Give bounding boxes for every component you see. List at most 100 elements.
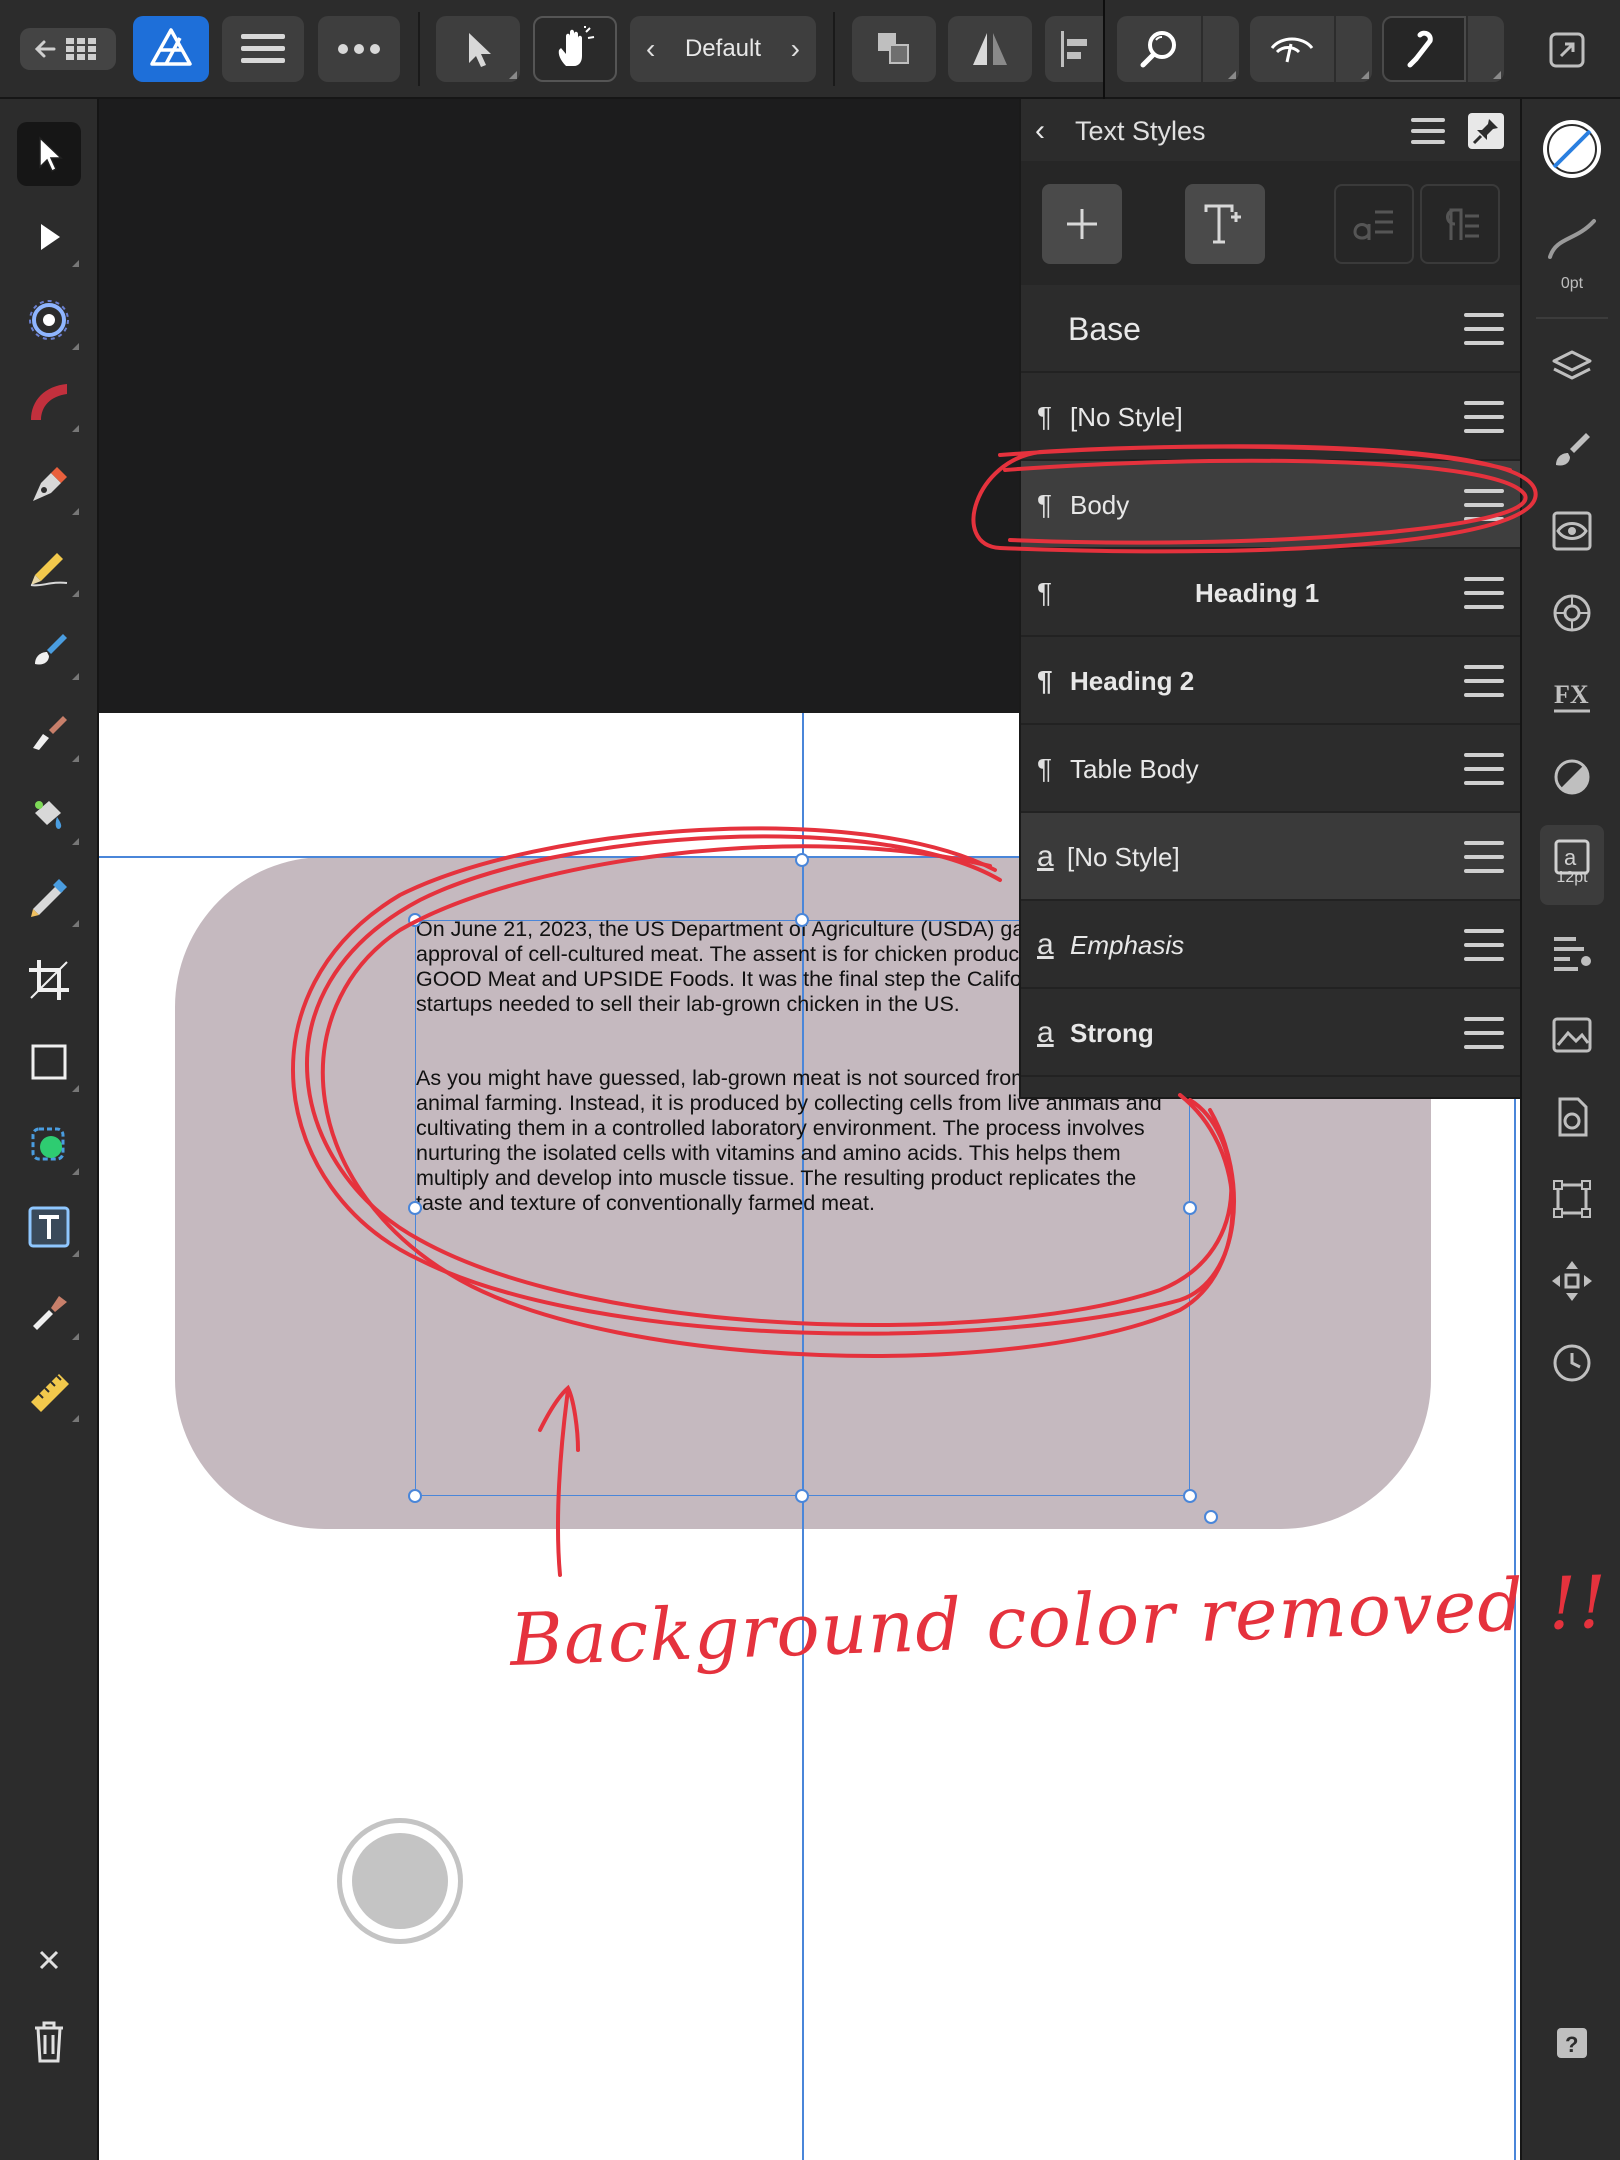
back-to-documents-button[interactable] bbox=[20, 28, 116, 70]
view-quality-button[interactable] bbox=[1250, 16, 1334, 82]
snapping-toggle[interactable] bbox=[1382, 16, 1466, 82]
panel-menu-icon[interactable] bbox=[1411, 117, 1445, 145]
corner-tool-icon[interactable] bbox=[17, 288, 81, 352]
style-row-character-no-style[interactable]: a [No Style] bbox=[1021, 813, 1520, 901]
transparency-icon[interactable] bbox=[1540, 745, 1604, 809]
selection-handle[interactable] bbox=[795, 1489, 809, 1503]
apply-character-style-button bbox=[1334, 184, 1414, 264]
brushes-icon[interactable] bbox=[1540, 417, 1604, 481]
close-icon[interactable] bbox=[17, 1928, 81, 1992]
style-row-body[interactable]: ¶ Body bbox=[1021, 461, 1520, 549]
panel-back-icon[interactable]: ‹ bbox=[1035, 111, 1045, 151]
text-frame-overflow-handle[interactable] bbox=[1204, 1510, 1218, 1524]
selection-handle[interactable] bbox=[1183, 1201, 1197, 1215]
transparency-tool-icon[interactable] bbox=[17, 865, 81, 929]
selection-handle[interactable] bbox=[795, 913, 809, 927]
character-style-icon: a bbox=[1037, 1016, 1054, 1049]
view-mode-selector[interactable]: ‹ Default › bbox=[630, 16, 816, 82]
artistic-text-tool-icon[interactable] bbox=[17, 1195, 81, 1259]
main-menu-button[interactable] bbox=[222, 16, 304, 82]
help-icon[interactable]: ? bbox=[1540, 2011, 1604, 2075]
pen-tool-icon[interactable] bbox=[17, 453, 81, 517]
zoom-tool-button[interactable] bbox=[1117, 16, 1201, 82]
stroke-width-label: 0pt bbox=[1560, 275, 1584, 292]
history-icon[interactable] bbox=[1540, 1331, 1604, 1395]
style-row-emphasis[interactable]: a Emphasis bbox=[1021, 901, 1520, 989]
appearance-icon[interactable] bbox=[1540, 499, 1604, 563]
style-options-icon[interactable] bbox=[1464, 753, 1504, 785]
pixel-brush-tool-icon[interactable] bbox=[17, 700, 81, 764]
hand-tool-toggle[interactable] bbox=[533, 16, 617, 82]
style-row-heading-2[interactable]: ¶ Heading 2 bbox=[1021, 637, 1520, 725]
stock-icon[interactable] bbox=[1540, 1003, 1604, 1067]
panel-title: Text Styles bbox=[1075, 115, 1206, 146]
color-swatch-icon[interactable] bbox=[1540, 117, 1604, 181]
selection-handle[interactable] bbox=[408, 913, 422, 927]
color-picker-tool-icon[interactable] bbox=[17, 1278, 81, 1342]
selection-handle[interactable] bbox=[408, 1201, 422, 1215]
add-style-button[interactable] bbox=[1042, 184, 1122, 264]
group-options-icon[interactable] bbox=[1464, 313, 1504, 345]
text-styles-studio-icon[interactable]: a bbox=[1540, 825, 1604, 905]
style-options-icon[interactable] bbox=[1464, 929, 1504, 961]
create-style-from-selection-button[interactable] bbox=[1185, 184, 1265, 264]
crop-tool-icon[interactable] bbox=[17, 948, 81, 1012]
move-tool-icon[interactable] bbox=[17, 122, 81, 186]
rotation-handle[interactable] bbox=[795, 853, 809, 867]
rectangle-tool-icon[interactable] bbox=[17, 1030, 81, 1094]
svg-text:?: ? bbox=[1565, 2032, 1578, 2057]
pen-gradient-tool-icon[interactable] bbox=[17, 370, 81, 434]
floating-command-button[interactable] bbox=[337, 1818, 463, 1944]
style-row-heading-1[interactable]: ¶ Heading 1 bbox=[1021, 549, 1520, 637]
arrange-button[interactable] bbox=[852, 16, 936, 82]
measure-tool-icon[interactable] bbox=[17, 1360, 81, 1424]
transform-icon[interactable] bbox=[1540, 1167, 1604, 1231]
style-row-no-style[interactable]: ¶ [No Style] bbox=[1021, 373, 1520, 461]
style-label: Table Body bbox=[1070, 753, 1199, 784]
zoom-options-button[interactable] bbox=[1203, 16, 1239, 82]
chevron-left-icon[interactable]: ‹ bbox=[646, 33, 655, 65]
move-tool-mode-button[interactable] bbox=[436, 16, 520, 82]
effects-fx-icon[interactable]: FX bbox=[1540, 663, 1604, 727]
shape-tool-icon[interactable] bbox=[17, 1113, 81, 1177]
align-button[interactable] bbox=[1045, 16, 1105, 82]
pencil-tool-icon[interactable] bbox=[17, 535, 81, 599]
top-toolbar: ‹ Default › bbox=[0, 0, 1620, 99]
selection-handle[interactable] bbox=[408, 1489, 422, 1503]
style-options-icon[interactable] bbox=[1464, 489, 1504, 521]
character-style-icon: a bbox=[1037, 840, 1054, 873]
style-options-icon[interactable] bbox=[1464, 841, 1504, 873]
more-options-button[interactable] bbox=[318, 16, 400, 82]
fill-tool-icon[interactable] bbox=[17, 783, 81, 847]
document-settings-icon[interactable] bbox=[1540, 1085, 1604, 1149]
chevron-right-icon[interactable]: › bbox=[791, 33, 800, 65]
text-frame-icon[interactable] bbox=[1540, 921, 1604, 985]
paragraph-icon: ¶ bbox=[1037, 665, 1053, 696]
style-row-strong[interactable]: a Strong bbox=[1021, 989, 1520, 1077]
snapping-options-button[interactable] bbox=[1468, 16, 1504, 82]
style-label: Body bbox=[1070, 489, 1130, 520]
adjustments-icon[interactable] bbox=[1540, 581, 1604, 645]
vector-brush-tool-icon[interactable] bbox=[17, 618, 81, 682]
style-options-icon[interactable] bbox=[1464, 1017, 1504, 1049]
pin-panel-icon[interactable] bbox=[1468, 113, 1504, 149]
trash-icon[interactable] bbox=[17, 2010, 81, 2074]
stroke-icon[interactable] bbox=[1540, 207, 1604, 271]
style-group-label: Base bbox=[1068, 310, 1141, 347]
node-tool-icon[interactable] bbox=[17, 205, 81, 269]
selection-handle[interactable] bbox=[1183, 1489, 1197, 1503]
text-size-label: 12pt bbox=[1556, 869, 1588, 886]
affinity-designer-app-icon[interactable] bbox=[133, 16, 209, 82]
style-options-icon[interactable] bbox=[1464, 577, 1504, 609]
view-quality-options-button[interactable] bbox=[1336, 16, 1372, 82]
style-options-icon[interactable] bbox=[1464, 665, 1504, 697]
expand-window-icon[interactable] bbox=[1547, 30, 1589, 72]
svg-text:FX: FX bbox=[1554, 680, 1589, 709]
svg-text:a: a bbox=[1564, 845, 1577, 870]
style-row-table-body[interactable]: ¶ Table Body bbox=[1021, 725, 1520, 813]
layers-icon[interactable] bbox=[1540, 335, 1604, 399]
style-options-icon[interactable] bbox=[1464, 401, 1504, 433]
apply-paragraph-style-button bbox=[1420, 184, 1500, 264]
navigator-icon[interactable] bbox=[1540, 1249, 1604, 1313]
flip-horizontal-button[interactable] bbox=[948, 16, 1032, 82]
